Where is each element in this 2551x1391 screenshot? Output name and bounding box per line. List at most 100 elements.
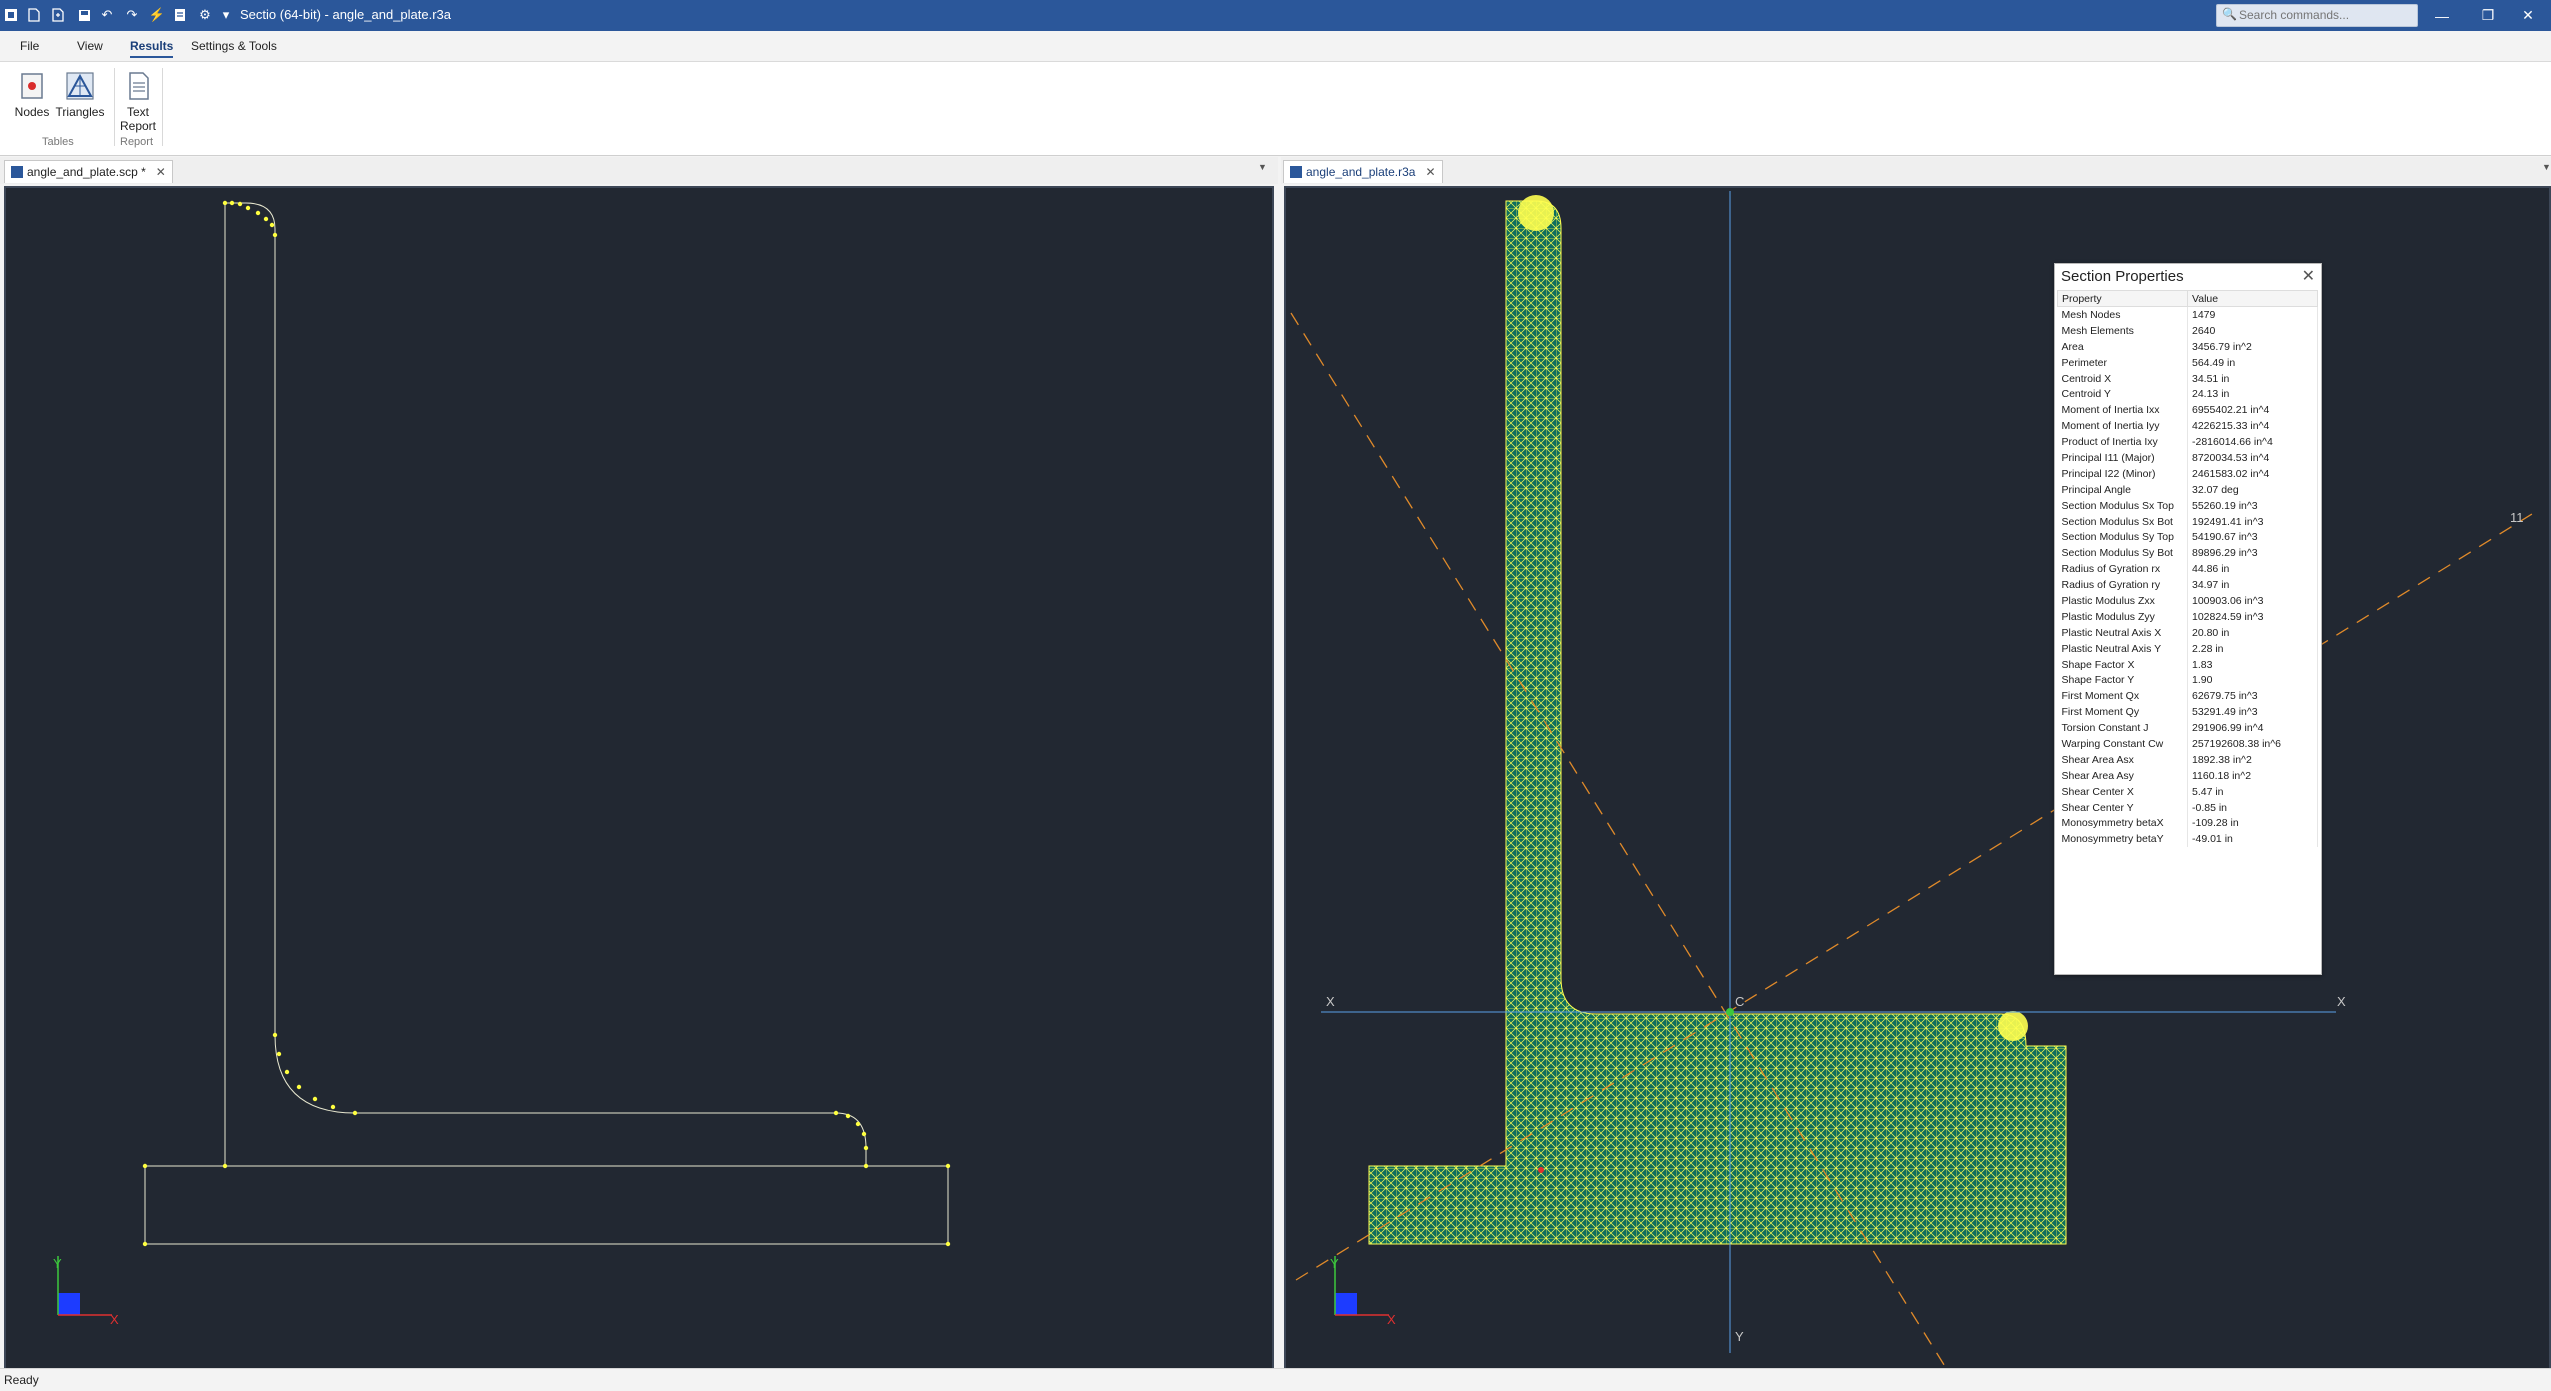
table-row[interactable]: Radius of Gyration rx 44.86 in: [2057, 561, 2318, 578]
new-file-icon[interactable]: [26, 6, 42, 24]
table-row[interactable]: Shear Area Asx 1892.38 in^2: [2057, 751, 2318, 768]
property-name: Mesh Elements: [2057, 322, 2188, 339]
table-row[interactable]: Section Modulus Sx Top 55260.19 in^3: [2057, 497, 2318, 514]
vertex-point[interactable]: [855, 1121, 861, 1127]
table-row[interactable]: Plastic Modulus Zxx 100903.06 in^3: [2057, 593, 2318, 609]
table-row[interactable]: Torsion Constant J 291906.99 in^4: [2057, 720, 2318, 737]
table-row[interactable]: Moment of Inertia Ixx 6955402.21 in^4: [2057, 402, 2318, 419]
tab-angle-and-plate-scp[interactable]: angle_and_plate.scp * ✕: [4, 160, 173, 183]
table-row[interactable]: Plastic Modulus Zyy 102824.59 in^3: [2057, 608, 2318, 625]
vertex-point[interactable]: [142, 1163, 148, 1169]
table-row[interactable]: Shear Area Asy 1160.18 in^2: [2057, 767, 2318, 784]
vertex-point[interactable]: [222, 200, 228, 206]
nodes-button[interactable]: Nodes: [14, 70, 50, 119]
report-icon[interactable]: [172, 6, 188, 24]
vertex-point[interactable]: [222, 1163, 228, 1169]
save-icon[interactable]: [76, 6, 92, 24]
vertex-point[interactable]: [255, 210, 261, 216]
menu-view[interactable]: View: [77, 39, 103, 53]
table-row[interactable]: First Moment Qy 53291.49 in^3: [2057, 704, 2318, 721]
minimize-button[interactable]: —: [2419, 0, 2465, 31]
vertex-point[interactable]: [863, 1163, 869, 1169]
table-row[interactable]: Centroid Y 24.13 in: [2057, 386, 2318, 403]
table-row[interactable]: Moment of Inertia Iyy 4226215.33 in^4: [2057, 418, 2318, 435]
table-row[interactable]: Section Modulus Sy Top 54190.67 in^3: [2057, 529, 2318, 546]
settings-icon[interactable]: ⚙: [197, 6, 213, 24]
vertex-point[interactable]: [263, 216, 269, 222]
vertex-point[interactable]: [833, 1110, 839, 1116]
table-row[interactable]: Principal I11 (Major) 8720034.53 in^4: [2057, 450, 2318, 466]
table-row[interactable]: Section Modulus Sx Bot 192491.41 in^3: [2057, 513, 2318, 530]
close-icon[interactable]: ✕: [1425, 165, 1435, 179]
vertex-point[interactable]: [352, 1110, 358, 1116]
tab-list-dropdown-icon[interactable]: ▼: [1258, 162, 1267, 172]
column-header-value[interactable]: Value: [2187, 290, 2318, 307]
vertex-point[interactable]: [312, 1096, 318, 1102]
vertex-point[interactable]: [284, 1069, 290, 1075]
menu-results[interactable]: Results: [130, 39, 174, 58]
table-row[interactable]: Plastic Neutral Axis X 20.80 in: [2057, 624, 2318, 641]
tab-angle-and-plate-r3a[interactable]: angle_and_plate.r3a ✕: [1283, 160, 1443, 183]
vertex-point[interactable]: [276, 1051, 282, 1057]
property-name: Plastic Neutral Axis Y: [2057, 640, 2188, 657]
table-row[interactable]: Section Modulus Sy Bot 89896.29 in^3: [2057, 545, 2318, 562]
search-input[interactable]: [2239, 7, 2409, 22]
triangles-button[interactable]: Triangles: [55, 70, 105, 119]
property-name: Radius of Gyration rx: [2057, 561, 2188, 578]
table-row[interactable]: Plastic Neutral Axis Y 2.28 in: [2057, 640, 2318, 657]
table-row[interactable]: Warping Constant Cw 257192608.38 in^6: [2057, 736, 2318, 752]
table-row[interactable]: Principal I22 (Minor) 2461583.02 in^4: [2057, 465, 2318, 482]
table-row[interactable]: Perimeter 564.49 in: [2057, 354, 2318, 371]
table-row[interactable]: Shape Factor X 1.83: [2057, 656, 2318, 673]
undo-icon[interactable]: ↶: [99, 6, 115, 24]
text-report-button[interactable]: Text Report: [118, 70, 158, 133]
table-row[interactable]: Product of Inertia Ixy -2816014.66 in^4: [2057, 434, 2318, 451]
vertex-point[interactable]: [863, 1145, 869, 1151]
vertex-point[interactable]: [269, 222, 275, 228]
table-row[interactable]: Area 3456.79 in^2: [2057, 338, 2318, 355]
vertex-point[interactable]: [945, 1163, 951, 1169]
open-file-icon[interactable]: [50, 6, 66, 24]
table-row[interactable]: Radius of Gyration ry 34.97 in: [2057, 577, 2318, 594]
redo-icon[interactable]: ↷: [124, 6, 140, 24]
menu-settings-tools[interactable]: Settings & Tools: [191, 39, 277, 53]
close-button[interactable]: ✕: [2505, 0, 2551, 31]
close-icon[interactable]: ✕: [2302, 266, 2315, 286]
app-icon[interactable]: [3, 6, 19, 24]
vertex-point[interactable]: [845, 1113, 851, 1119]
vertex-point[interactable]: [229, 200, 235, 206]
vertex-point[interactable]: [142, 1241, 148, 1247]
vertex-point[interactable]: [330, 1104, 336, 1110]
vertex-point[interactable]: [861, 1131, 867, 1137]
geometry-canvas[interactable]: Y X: [6, 188, 1272, 1368]
close-icon[interactable]: ✕: [156, 165, 166, 179]
table-row[interactable]: Mesh Elements 2640: [2057, 322, 2318, 339]
vertex-point[interactable]: [272, 232, 278, 238]
column-header-property[interactable]: Property: [2057, 290, 2188, 307]
command-search[interactable]: 🔍: [2216, 4, 2418, 27]
mesh-canvas[interactable]: X X Y C 11 Y X: [1286, 188, 2549, 1369]
vertex-point[interactable]: [237, 201, 243, 207]
table-row[interactable]: Monosymmetry betaX -109.28 in: [2057, 815, 2318, 832]
table-row[interactable]: Principal Angle 32.07 deg: [2057, 481, 2318, 498]
table-row[interactable]: Centroid X 34.51 in: [2057, 370, 2318, 387]
tab-list-dropdown-icon[interactable]: ▼: [2542, 162, 2551, 172]
tables-group-label: Tables: [42, 136, 74, 148]
table-row[interactable]: First Moment Qx 62679.75 in^3: [2057, 688, 2318, 705]
table-row[interactable]: Shape Factor Y 1.90: [2057, 672, 2318, 689]
vertex-point[interactable]: [945, 1241, 951, 1247]
table-row[interactable]: Shear Center Y -0.85 in: [2057, 799, 2318, 816]
quick-access-dropdown-icon[interactable]: ▾: [218, 6, 234, 24]
run-icon[interactable]: ⚡: [149, 6, 165, 24]
property-value: 89896.29 in^3: [2187, 545, 2318, 562]
vertex-point[interactable]: [296, 1084, 302, 1090]
results-viewport[interactable]: X X Y C 11 Y X: [1284, 186, 2551, 1370]
table-row[interactable]: Shear Center X 5.47 in: [2057, 783, 2318, 800]
table-row[interactable]: Monosymmetry betaY -49.01 in: [2057, 831, 2318, 848]
geometry-viewport[interactable]: Y X: [4, 186, 1274, 1370]
vertex-point[interactable]: [272, 1032, 278, 1038]
menu-file[interactable]: File: [20, 39, 39, 53]
table-row[interactable]: Mesh Nodes 1479: [2057, 306, 2318, 323]
vertex-point[interactable]: [245, 205, 251, 211]
section-properties-panel[interactable]: Section Properties ✕ Property Value Mesh…: [2054, 263, 2322, 975]
